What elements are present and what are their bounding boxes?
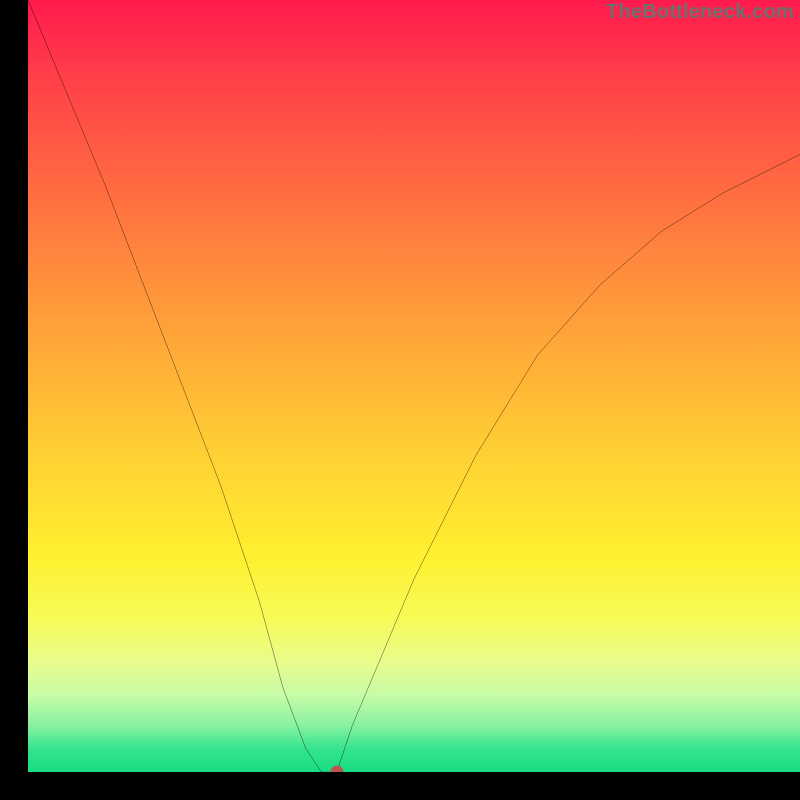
- curve-path: [28, 0, 800, 772]
- watermark-text: TheBottleneck.com: [606, 1, 794, 24]
- bottleneck-curve: [28, 0, 800, 772]
- plot-area: [28, 0, 800, 772]
- optimal-point-marker: [330, 766, 343, 773]
- chart-stage: TheBottleneck.com: [0, 0, 800, 800]
